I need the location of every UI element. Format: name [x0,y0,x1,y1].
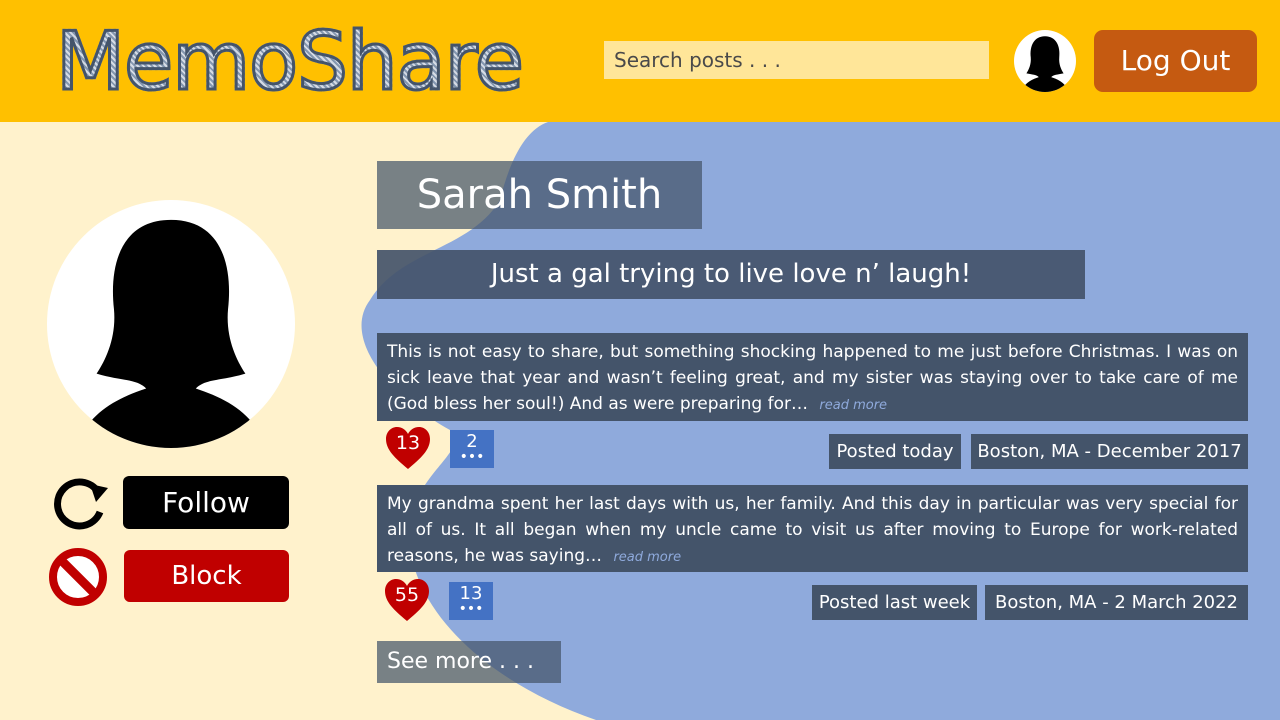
comment-icon: ••• [458,601,484,617]
user-avatar[interactable] [1014,30,1076,92]
follow-button[interactable]: Follow [123,476,289,529]
person-silhouette-icon [1021,36,1069,92]
logout-button[interactable]: Log Out [1094,30,1257,92]
search-input[interactable] [604,41,989,79]
comment-button[interactable]: 13 ••• [449,582,493,620]
no-entry-icon[interactable] [48,547,108,607]
like-button[interactable]: 13 [385,426,431,470]
app-logo[interactable]: MemoShare [55,14,526,110]
post-time: Posted today [829,434,961,469]
refresh-icon[interactable] [50,474,110,534]
post-text: My grandma spent her last days with us, … [387,494,1238,566]
see-more-button[interactable]: See more . . . [377,641,561,683]
profile-bio: Just a gal trying to live love n’ laugh! [377,250,1085,299]
block-button[interactable]: Block [124,550,289,602]
comment-icon: ••• [459,449,485,465]
like-button[interactable]: 55 [384,578,430,622]
read-more-link[interactable]: read more [819,398,887,413]
profile-avatar [47,200,295,448]
post-card: My grandma spent her last days with us, … [377,485,1248,572]
post-time: Posted last week [812,585,977,620]
like-count: 13 [395,432,421,454]
comment-button[interactable]: 2 ••• [450,430,494,468]
read-more-link[interactable]: read more [613,550,681,565]
like-count: 55 [394,584,420,606]
post-card: This is not easy to share, but something… [377,333,1248,421]
person-silhouette-icon [76,219,266,448]
post-location: Boston, MA - December 2017 [971,434,1248,469]
post-location: Boston, MA - 2 March 2022 [985,585,1248,620]
post-text: This is not easy to share, but something… [387,342,1238,414]
profile-name: Sarah Smith [377,161,702,229]
